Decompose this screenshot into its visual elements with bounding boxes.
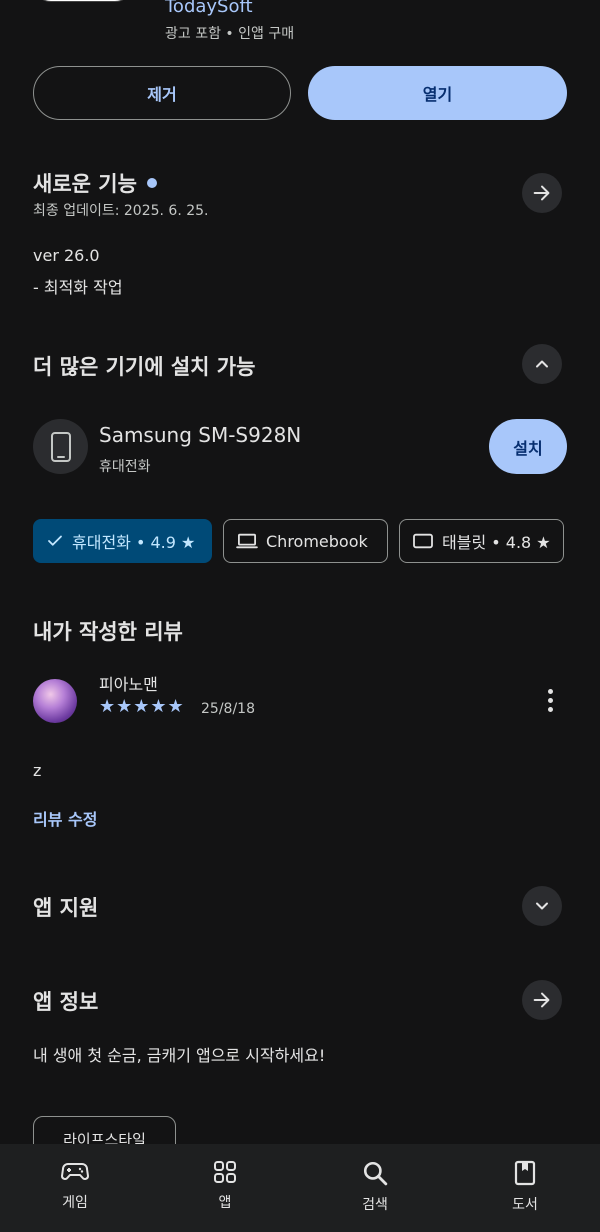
device-icon-container: [33, 419, 88, 474]
laptop-icon: [236, 533, 258, 549]
nav-games-label: 게임: [62, 1195, 88, 1211]
device-type: 휴대전화: [99, 459, 151, 475]
developer-link[interactable]: TodaySoft: [165, 0, 253, 17]
nav-games[interactable]: 게임: [0, 1144, 150, 1232]
search-icon: [363, 1161, 388, 1186]
app-icon: [33, 0, 133, 2]
devices-collapse-button[interactable]: [522, 344, 562, 384]
app-meta-text: 광고 포함 • 인앱 구매: [165, 26, 295, 42]
app-info-title[interactable]: 앱 정보: [33, 986, 98, 1016]
review-date: 25/8/18: [201, 701, 255, 717]
whats-new-arrow-button[interactable]: [522, 173, 562, 213]
device-name: Samsung SM-S928N: [99, 423, 302, 447]
chip-phone-label: 휴대전화 • 4.9 ★: [72, 533, 196, 552]
review-more-options-icon[interactable]: [540, 685, 560, 715]
chevron-down-icon: [536, 902, 548, 910]
bottom-navigation: 게임 앱 검색 도서: [0, 1144, 600, 1232]
nav-books[interactable]: 도서: [450, 1144, 600, 1232]
gamepad-icon: [61, 1163, 89, 1180]
devices-title: 더 많은 기기에 설치 가능: [33, 355, 256, 379]
nav-search-label: 검색: [362, 1197, 388, 1213]
reviewer-avatar: [33, 679, 77, 723]
nav-apps-label: 앱: [218, 1195, 232, 1211]
check-icon: [48, 535, 62, 546]
arrow-right-icon: [533, 992, 550, 1008]
uninstall-label: 제거: [147, 85, 177, 104]
install-button[interactable]: 설치: [489, 419, 567, 474]
chip-tablet[interactable]: 태블릿 • 4.8 ★: [399, 519, 564, 563]
chevron-up-icon: [536, 360, 548, 368]
last-updated-text: 최종 업데이트: 2025. 6. 25.: [33, 203, 209, 219]
chip-chromebook[interactable]: Chromebook: [223, 519, 388, 563]
install-label: 설치: [513, 438, 543, 458]
nav-apps[interactable]: 앱: [150, 1144, 300, 1232]
phone-icon: [50, 431, 71, 462]
chip-tablet-label: 태블릿 • 4.8 ★: [442, 533, 551, 552]
arrow-right-icon: [533, 185, 550, 201]
chip-phone[interactable]: 휴대전화 • 4.9 ★: [33, 519, 212, 563]
app-support-expand-button[interactable]: [522, 886, 562, 926]
app-details-page: TodaySoft 광고 포함 • 인앱 구매 제거 열기 새로운 기능 최종 …: [0, 0, 600, 1232]
open-label: 열기: [422, 85, 453, 104]
chip-chromebook-label: Chromebook: [266, 531, 368, 551]
nav-search[interactable]: 검색: [300, 1144, 450, 1232]
version-text: ver 26.0: [33, 246, 100, 265]
nav-books-label: 도서: [512, 1197, 538, 1213]
edit-review-link[interactable]: 리뷰 수정: [33, 806, 97, 830]
apps-grid-icon: [214, 1161, 236, 1183]
whats-new-title[interactable]: 새로운 기능: [33, 168, 157, 198]
app-support-title[interactable]: 앱 지원: [33, 892, 98, 922]
release-notes-text: - 최적화 작업: [33, 278, 123, 297]
my-review-title: 내가 작성한 리뷰: [33, 620, 183, 644]
new-indicator-dot: [146, 178, 157, 188]
review-stars: ★★★★★: [99, 696, 185, 717]
reviewer-name: 피아노맨: [99, 675, 158, 694]
app-description: 내 생애 첫 순금, 금캐기 앱으로 시작하세요!: [33, 1046, 326, 1065]
book-icon: [514, 1160, 536, 1186]
app-info-arrow-button[interactable]: [522, 980, 562, 1020]
uninstall-button[interactable]: 제거: [33, 66, 291, 120]
whats-new-title-text: 새로운 기능: [33, 172, 137, 196]
review-text: z: [33, 761, 42, 780]
open-button[interactable]: 열기: [308, 66, 567, 120]
tablet-icon: [413, 533, 433, 549]
